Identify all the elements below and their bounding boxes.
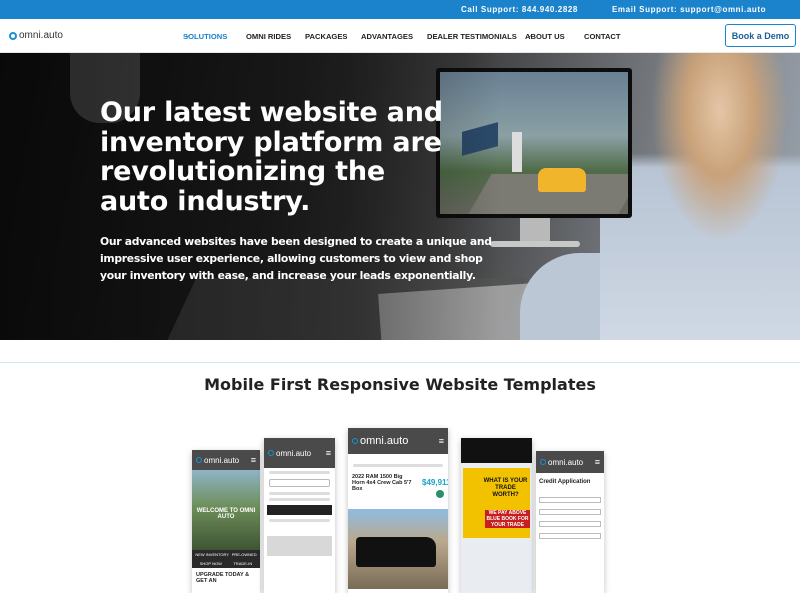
logo-mark-icon: [540, 459, 546, 465]
logo-mark-icon: [268, 450, 274, 456]
logo-mark-icon: [196, 457, 202, 463]
logo-mark-icon: [9, 31, 17, 40]
monitor-stand: [520, 218, 550, 243]
phone-upgrade-text: UPGRADE TODAY & GET AN: [196, 572, 250, 584]
template-preview-trade-popup[interactable]: WHAT IS YOUR TRADE WORTH? WE PAY ABOVE B…: [461, 438, 532, 593]
phone-placeholder-line: [269, 471, 330, 474]
template-preview-inventory[interactable]: omni.auto ≡: [264, 438, 335, 593]
main-navbar: omni.auto SOLUTIONS ⌄ OMNI RIDES PACKAGES…: [0, 19, 800, 53]
hamburger-menu-icon: ≡: [325, 448, 331, 458]
phone-placeholder-line: [269, 498, 330, 501]
call-support-link[interactable]: Call Support: 844.940.2828: [461, 5, 578, 14]
nav-item-dealer-testimonials[interactable]: DEALER TESTIMONIALS: [427, 32, 517, 41]
phone-cta-row: NEW INVENTORY PRE-OWNED: [192, 550, 260, 559]
nav-item-omni-rides[interactable]: OMNI RIDES: [246, 32, 291, 41]
trade-ad-banner: WHAT IS YOUR TRADE WORTH? WE PAY ABOVE B…: [463, 468, 530, 538]
chevron-down-icon: ⌄: [185, 33, 191, 39]
phone-vehicle-title: 2022 RAM 1500 Big Horn 4x4 Crew Cab 5'7 …: [352, 474, 412, 492]
phone-cta: NEW INVENTORY: [195, 552, 229, 557]
phone-search-input: [269, 479, 330, 487]
phone-truck-image: [348, 509, 448, 589]
phone-header: [461, 438, 532, 463]
phone-logo: omni.auto: [548, 457, 584, 467]
hamburger-menu-icon: ≡: [438, 436, 444, 446]
section-divider: [0, 362, 800, 363]
phone-welcome-text: WELCOME TO OMNI AUTO: [196, 508, 256, 520]
hero-title: Our latest website and inventory platfor…: [100, 97, 443, 217]
template-preview-vehicle-detail[interactable]: omni.auto ≡ 2022 RAM 1500 Big Horn 4x4 C…: [348, 428, 448, 593]
phone-form-field: [539, 497, 601, 503]
logo-mark-icon: [352, 438, 358, 444]
phone-vehicle-image: [267, 536, 332, 556]
yellow-car-icon: [538, 168, 586, 192]
info-icon: [436, 490, 444, 498]
charging-station-icon: [512, 132, 522, 172]
nav-item-advantages[interactable]: ADVANTAGES: [361, 32, 413, 41]
trade-ad-band: WE PAY ABOVE BLUE BOOK FOR YOUR TRADE: [485, 510, 530, 528]
template-preview-homepage[interactable]: omni.auto ≡ WELCOME TO OMNI AUTO NEW INV…: [192, 450, 260, 593]
templates-heading: Mobile First Responsive Website Template…: [204, 375, 596, 394]
book-demo-button[interactable]: Book a Demo: [725, 24, 796, 47]
phone-form-field: [539, 521, 601, 527]
site-logo[interactable]: omni.auto: [9, 30, 63, 41]
phone-logo: omni.auto: [360, 435, 409, 447]
phone-header: omni.auto ≡: [192, 450, 260, 470]
phone-cta: SHOP NOW: [199, 561, 222, 566]
trade-ad-title: WHAT IS YOUR TRADE WORTH?: [483, 478, 528, 498]
monitor-base: [490, 241, 580, 247]
phone-form-field: [539, 509, 601, 515]
email-support-link[interactable]: Email Support: support@omni.auto: [612, 5, 766, 14]
phone-placeholder-line: [353, 464, 443, 467]
hamburger-menu-icon: ≡: [250, 455, 256, 465]
phone-hero-image: WELCOME TO OMNI AUTO: [192, 470, 260, 550]
nav-item-contact[interactable]: CONTACT: [584, 32, 621, 41]
phone-filter-bar: [267, 505, 332, 515]
hamburger-menu-icon: ≡: [594, 457, 600, 467]
truck-body: [356, 537, 436, 567]
phone-credit-caption: Credit Application: [539, 479, 591, 485]
phone-logo: omni.auto: [276, 448, 312, 458]
phone-cta: PRE-OWNED: [231, 552, 257, 557]
logo-text: omni.auto: [19, 30, 63, 41]
phone-logo: omni.auto: [204, 455, 240, 465]
hero-banner: Our latest website and inventory platfor…: [0, 53, 800, 340]
phone-placeholder-line: [269, 519, 330, 522]
phone-placeholder-line: [269, 492, 330, 495]
phone-vehicle-price: $49,911: [422, 478, 448, 487]
phone-header: omni.auto ≡: [536, 451, 604, 473]
support-bar: Call Support: 844.940.2828 Email Support…: [0, 0, 800, 19]
phone-header: omni.auto ≡: [348, 428, 448, 454]
nav-item-packages[interactable]: PACKAGES: [305, 32, 347, 41]
phone-cta-row: SHOP NOW TRADE-IN: [192, 559, 260, 568]
chevron-down-icon: ⌄: [527, 33, 533, 39]
phone-form-field: [539, 533, 601, 539]
phone-header: omni.auto ≡: [264, 438, 335, 468]
hero-subtitle: Our advanced websites have been designed…: [100, 235, 492, 282]
template-preview-credit-app[interactable]: omni.auto ≡ Credit Application: [536, 451, 604, 593]
phone-cta: TRADE-IN: [233, 561, 253, 566]
